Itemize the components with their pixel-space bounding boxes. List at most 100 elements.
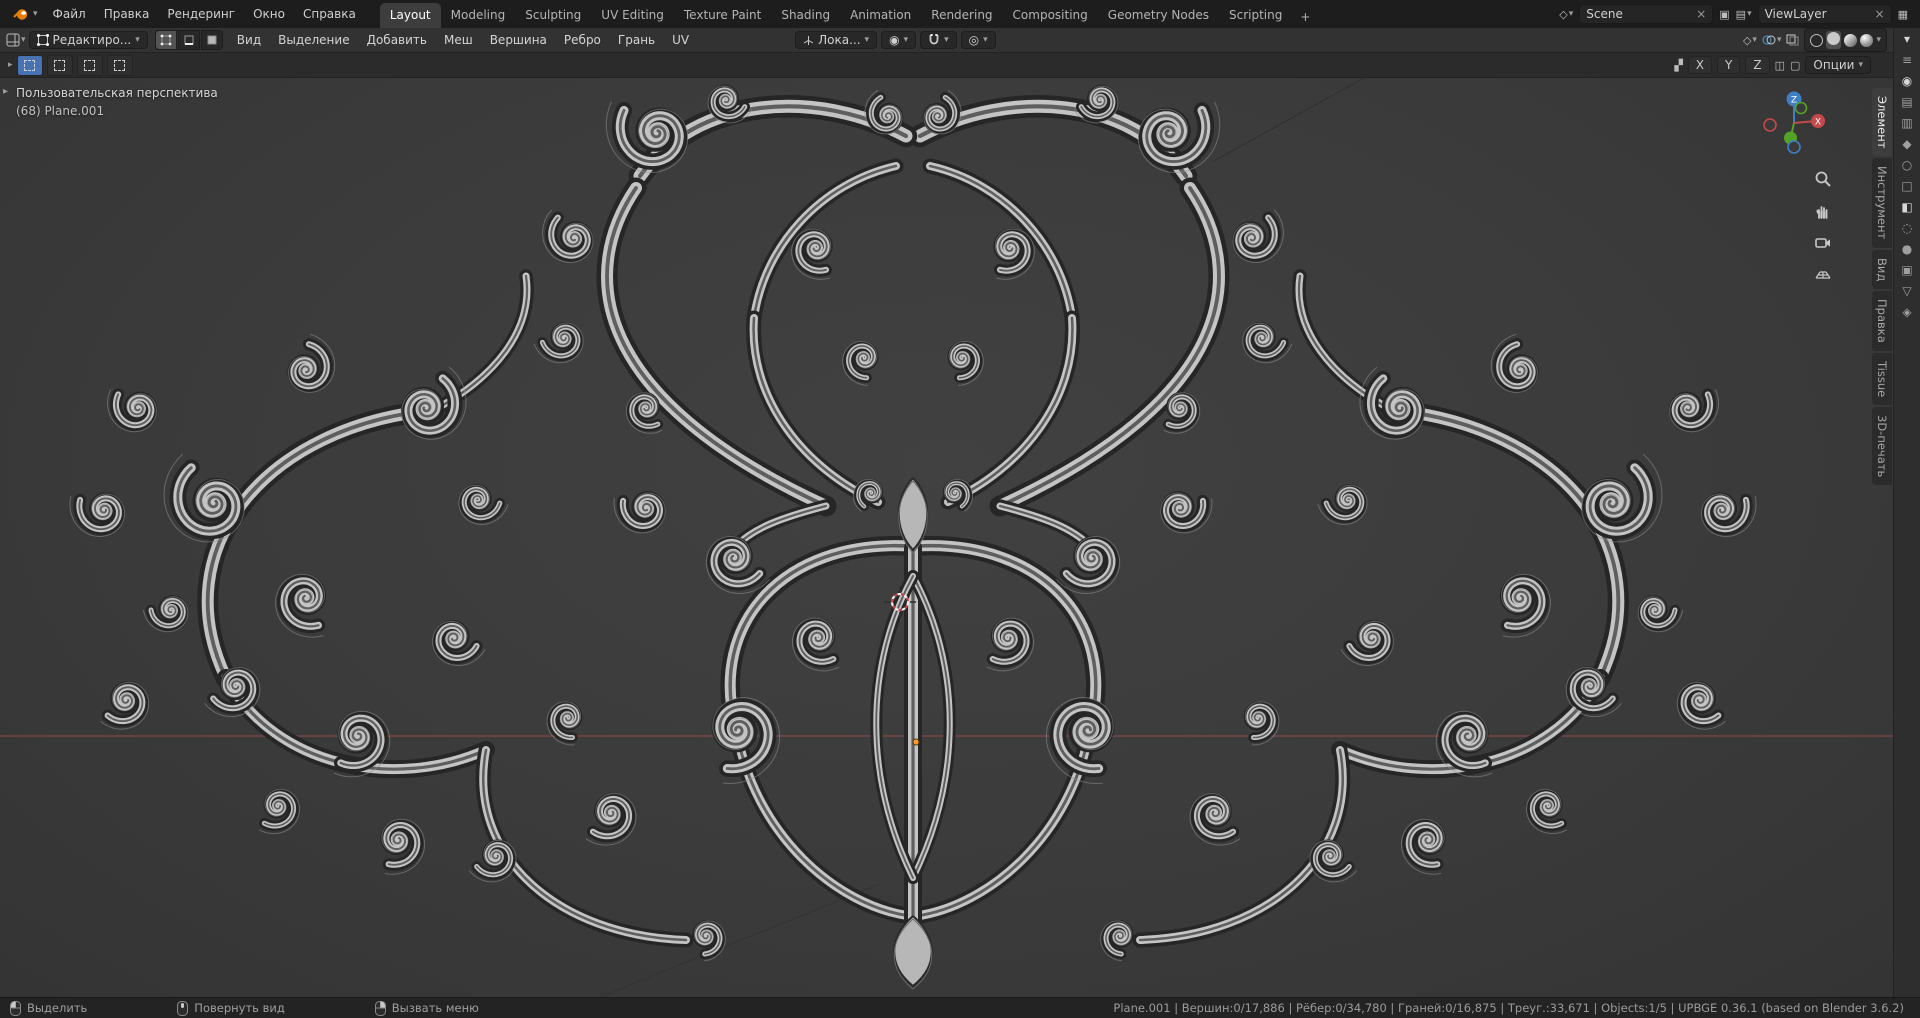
mirror-x-toggle[interactable]: X: [1687, 56, 1713, 74]
pan-hand-icon[interactable]: [1814, 202, 1832, 223]
workspace-tab-texture-paint[interactable]: Texture Paint: [674, 3, 771, 28]
chevron-down-icon: ▾: [944, 35, 949, 45]
workspace-tab-modeling[interactable]: Modeling: [441, 3, 516, 28]
workspace-tab-geometry-nodes[interactable]: Geometry Nodes: [1098, 3, 1219, 28]
statusbar: Выделить Повернуть вид Вызвать меню Plan…: [0, 997, 1920, 1018]
select-intersect-button[interactable]: [106, 54, 133, 76]
menu-render[interactable]: Рендеринг: [159, 4, 243, 24]
add-workspace-button[interactable]: +: [1292, 6, 1318, 28]
viewport-3d[interactable]: ▸ Пользовательская перспектива (68) Plan…: [0, 78, 1893, 997]
menu-select[interactable]: Выделение: [271, 30, 356, 50]
rendered-shading-button[interactable]: [1860, 33, 1874, 47]
vertex-select-button[interactable]: [154, 30, 177, 50]
sidebar-tab-edit[interactable]: Правка: [1872, 290, 1892, 351]
show-gizmo-toggle[interactable]: ◇ ▾: [1743, 34, 1757, 47]
ornament-mesh-render[interactable]: [0, 78, 1893, 997]
unlink-scene-icon[interactable]: ×: [1696, 7, 1706, 21]
menu-mesh[interactable]: Меш: [437, 30, 480, 50]
select-extend-button[interactable]: [46, 54, 73, 76]
workspace-tab-layout[interactable]: Layout: [379, 3, 441, 28]
physics-icon[interactable]: ●: [1902, 243, 1912, 255]
workspace-tab-uv-editing[interactable]: UV Editing: [591, 3, 674, 28]
scene-selector[interactable]: Scene ×: [1579, 4, 1714, 24]
menu-file[interactable]: Файл: [45, 4, 94, 24]
editor-type-icon[interactable]: ▾: [6, 33, 26, 47]
tool-collapse-icon[interactable]: ▸: [8, 60, 13, 70]
select-new-button[interactable]: [16, 54, 43, 76]
menu-edit[interactable]: Правка: [96, 4, 158, 24]
viewlayer-browse-icon[interactable]: ▤ ▾: [1736, 8, 1752, 21]
workspace-tab-shading[interactable]: Shading: [771, 3, 840, 28]
workspace-tab-sculpting[interactable]: Sculpting: [515, 3, 591, 28]
menu-edge[interactable]: Ребро: [557, 30, 608, 50]
viewport-header-right: ◇ ▾ ▾ ▾: [1743, 28, 1887, 52]
view-layer-icon[interactable]: ▥: [1901, 117, 1912, 129]
sidebar-tab-tool[interactable]: Инструмент: [1872, 158, 1892, 248]
output-icon[interactable]: ▤: [1901, 96, 1912, 108]
scene-browse-icon[interactable]: ◇ ▾: [1559, 8, 1573, 21]
menu-uv[interactable]: UV: [665, 30, 696, 50]
navigation-gizmo[interactable]: Z X: [1759, 88, 1829, 161]
sidebar-tab-view[interactable]: Вид: [1872, 249, 1892, 289]
sidebar-tab-3dprint[interactable]: 3D-печать: [1872, 406, 1892, 486]
proportional-editing-toggle[interactable]: ◎ ▾: [960, 31, 996, 49]
overlays-toggle[interactable]: ▾: [1762, 34, 1781, 46]
menu-help[interactable]: Справка: [295, 4, 364, 24]
active-object-label: (68) Plane.001: [16, 104, 105, 118]
menu-window[interactable]: Окно: [245, 4, 293, 24]
ortho-perspective-icon[interactable]: [1814, 266, 1832, 287]
properties-editor-strip: ▾ ≡ ◉ ▤ ▥ ◆ ○ □ ◧ ◌ ● ▣ ▽ ◈: [1893, 28, 1920, 997]
transform-orientation-selector[interactable]: Лока... ▾: [795, 31, 878, 49]
material-icon[interactable]: ◈: [1902, 306, 1911, 318]
new-scene-icon[interactable]: ▣: [1719, 8, 1729, 21]
hint-menu-label: Вызвать меню: [391, 1001, 479, 1015]
menu-view[interactable]: Вид: [230, 30, 268, 50]
toolbar-expand-icon[interactable]: ▸: [3, 86, 8, 97]
snap-icon[interactable]: ◫: [1775, 59, 1785, 72]
shading-dropdown-icon[interactable]: ▾: [1876, 35, 1881, 45]
mode-selector[interactable]: Редактиро... ▾: [28, 31, 148, 49]
constraints-icon[interactable]: ▣: [1901, 264, 1912, 276]
hint-select: Выделить: [10, 1000, 87, 1016]
object-data-icon[interactable]: ▽: [1902, 285, 1911, 297]
particles-icon[interactable]: ◌: [1902, 222, 1912, 234]
face-select-button[interactable]: [200, 30, 223, 50]
correct-face-icon[interactable]: ▢: [1790, 59, 1800, 72]
viewlayer-selector[interactable]: ViewLayer ×: [1757, 4, 1892, 24]
solid-shading-button[interactable]: [1826, 31, 1842, 49]
render-icon[interactable]: ◉: [1902, 75, 1912, 87]
menu-add[interactable]: Добавить: [360, 30, 434, 50]
material-shading-button[interactable]: [1844, 33, 1858, 47]
remove-viewlayer-icon[interactable]: ×: [1875, 7, 1885, 21]
workspace-tab-compositing[interactable]: Compositing: [1003, 3, 1098, 28]
menu-face[interactable]: Грань: [611, 30, 662, 50]
workspace-tab-animation[interactable]: Animation: [840, 3, 921, 28]
workspace-tab-scripting[interactable]: Scripting: [1219, 3, 1292, 28]
modifiers-icon[interactable]: ◧: [1901, 201, 1912, 213]
options-dropdown[interactable]: Опции ▾: [1805, 56, 1871, 74]
sidebar-tabs: Элемент Инструмент Вид Правка Tissue 3D-…: [1872, 88, 1892, 486]
sidebar-tab-tissue[interactable]: Tissue: [1872, 352, 1892, 405]
edge-select-button[interactable]: [177, 30, 200, 50]
sidebar-tab-item[interactable]: Элемент: [1872, 88, 1892, 157]
tool-icon[interactable]: ≡: [1902, 54, 1912, 66]
workspace-tab-rendering[interactable]: Rendering: [921, 3, 1002, 28]
snapping-toggle[interactable]: ▾: [920, 31, 957, 49]
blender-logo-icon[interactable]: ▾: [8, 8, 43, 21]
camera-view-icon[interactable]: [1814, 234, 1832, 255]
mirror-z-toggle[interactable]: Z: [1745, 56, 1770, 74]
select-subtract-button[interactable]: [76, 54, 103, 76]
world-icon[interactable]: ○: [1902, 159, 1912, 171]
zoom-icon[interactable]: [1814, 170, 1832, 191]
mirror-y-toggle[interactable]: Y: [1717, 56, 1741, 74]
xray-toggle[interactable]: [1786, 34, 1799, 46]
new-viewlayer-icon[interactable]: ▦: [1898, 8, 1908, 21]
pivot-point-selector[interactable]: ◉ ▾: [881, 31, 917, 49]
wireframe-shading-button[interactable]: [1810, 33, 1824, 47]
menu-vertex[interactable]: Вершина: [483, 30, 554, 50]
object-icon[interactable]: □: [1901, 180, 1912, 192]
scene-icon[interactable]: ◆: [1902, 138, 1911, 150]
viewport-header: ▾ Редактиро... ▾ Вид Выделение Добавить …: [0, 28, 1893, 53]
orientation-label: Лока...: [818, 33, 861, 47]
editor-menu-icon[interactable]: ▾: [1904, 33, 1910, 45]
